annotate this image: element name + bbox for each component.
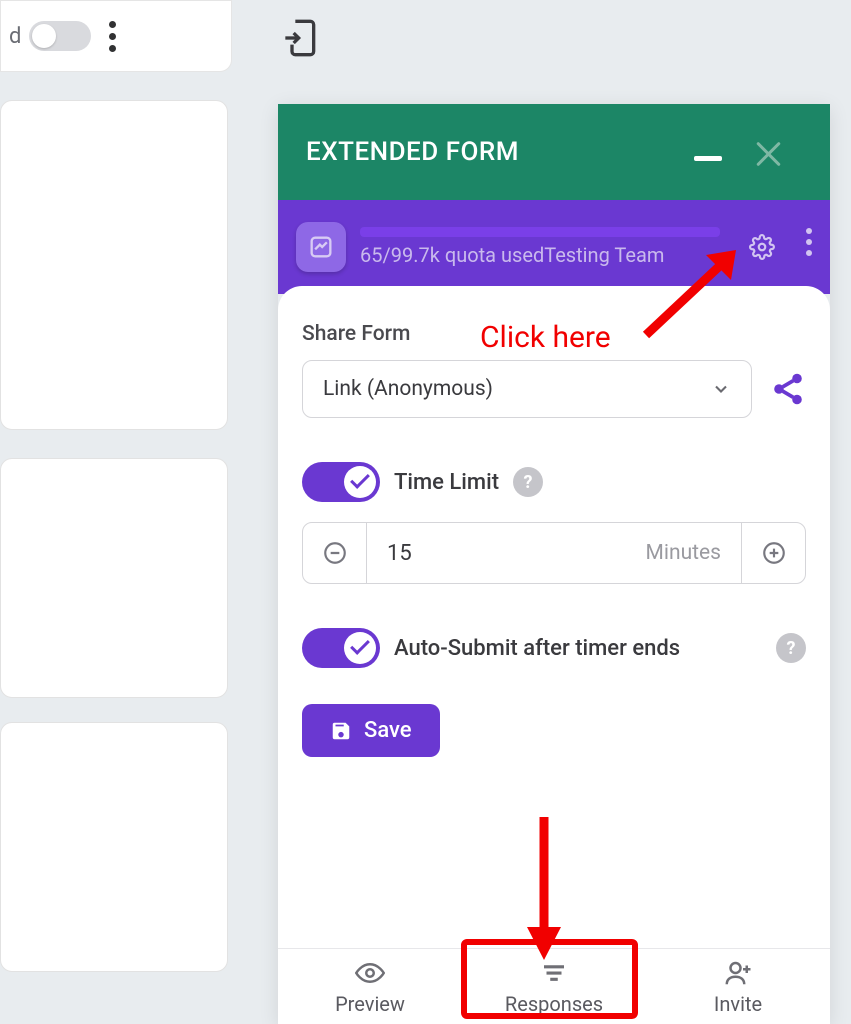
redacted-title bbox=[360, 227, 720, 237]
auto-submit-label: Auto-Submit after timer ends bbox=[394, 636, 762, 661]
increment-button[interactable] bbox=[741, 523, 805, 583]
decrement-button[interactable] bbox=[303, 523, 367, 583]
invite-icon bbox=[723, 958, 753, 988]
save-icon bbox=[330, 720, 352, 742]
panel-header: EXTENDED FORM bbox=[278, 104, 830, 200]
left-toggle[interactable] bbox=[29, 21, 91, 51]
annotation-arrow-icon bbox=[636, 245, 746, 340]
time-limit-input-group: Minutes bbox=[302, 522, 806, 584]
partial-char: d bbox=[9, 24, 21, 49]
document-arrow-icon[interactable] bbox=[282, 18, 322, 58]
share-mode-selected: Link (Anonymous) bbox=[323, 377, 493, 401]
left-empty-card bbox=[0, 100, 228, 430]
eye-icon bbox=[355, 958, 385, 988]
left-card-toggle: d bbox=[0, 0, 232, 72]
time-limit-value-input[interactable] bbox=[387, 541, 467, 566]
tab-invite-label: Invite bbox=[714, 992, 762, 1016]
tab-preview[interactable]: Preview bbox=[278, 949, 462, 1024]
auto-submit-toggle[interactable] bbox=[302, 628, 380, 668]
left-empty-card bbox=[0, 458, 228, 698]
more-vert-icon[interactable] bbox=[109, 21, 116, 52]
annotation-click-here: Click here bbox=[480, 320, 611, 355]
help-icon[interactable]: ? bbox=[776, 633, 806, 663]
account-bar: 65/99.7k quota usedTesting Team bbox=[278, 200, 830, 294]
tab-preview-label: Preview bbox=[335, 992, 405, 1016]
minimize-button[interactable] bbox=[694, 156, 722, 161]
panel-title: EXTENDED FORM bbox=[306, 137, 519, 167]
save-button-label: Save bbox=[364, 718, 412, 743]
close-icon[interactable] bbox=[754, 140, 782, 168]
share-icon[interactable] bbox=[770, 371, 806, 407]
annotation-highlight-box bbox=[461, 939, 638, 1019]
more-vert-icon[interactable] bbox=[806, 228, 812, 256]
app-icon bbox=[296, 222, 346, 272]
chevron-down-icon bbox=[711, 379, 731, 399]
time-limit-unit: Minutes bbox=[646, 541, 721, 565]
tab-invite[interactable]: Invite bbox=[646, 949, 830, 1024]
time-limit-toggle[interactable] bbox=[302, 462, 380, 502]
help-icon[interactable]: ? bbox=[513, 467, 543, 497]
left-empty-card bbox=[0, 722, 228, 972]
save-button[interactable]: Save bbox=[302, 704, 440, 757]
gear-icon[interactable] bbox=[749, 234, 775, 264]
time-limit-label: Time Limit bbox=[394, 470, 499, 495]
share-mode-select[interactable]: Link (Anonymous) bbox=[302, 360, 752, 418]
